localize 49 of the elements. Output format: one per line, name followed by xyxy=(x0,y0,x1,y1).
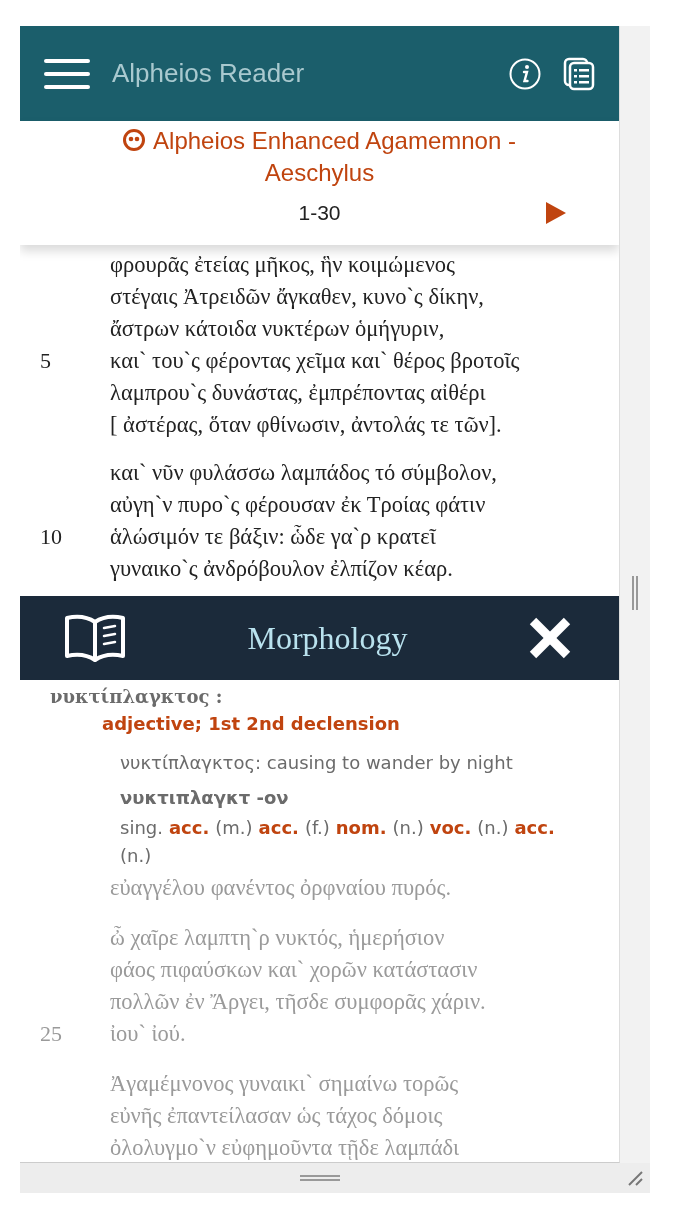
resize-grip-icon[interactable] xyxy=(627,1170,643,1186)
gender-label: (f.) xyxy=(304,816,330,840)
morphology-title: Morphology xyxy=(246,619,409,657)
verse-line: Ἀγαμέμνονος γυναικι` σημαίνω τορῶς xyxy=(110,1071,460,1097)
verse-line: εὐνῆς ἐπαντείλασαν ὡς τάχος δόμοις xyxy=(110,1103,444,1129)
stem: νυκτιπλαγκτ -ον xyxy=(120,787,290,808)
line-number: 5 xyxy=(39,348,52,374)
verse-line: στέγαις Ἀτρειδῶν ἄγκαθεν, κυνο`ς δίκην, xyxy=(110,284,485,310)
menu-icon[interactable] xyxy=(44,57,90,90)
line-number: 25 xyxy=(39,1021,63,1047)
verse-line: [ ἀστέρας, ὅταν φθίνωσιν, ἀντολάς τε τῶν]. xyxy=(110,412,503,438)
close-icon[interactable] xyxy=(529,617,571,659)
line-number: 10 xyxy=(39,524,63,550)
gender-label: (n.) xyxy=(120,844,152,868)
definition: νυκτίπλαγκτος: causing to wander by night xyxy=(120,752,514,773)
grammatical-number: sing. xyxy=(120,816,163,840)
verse-line: ὦ χαῖρε λαμπτη`ρ νυκτός, ἡμερήσιον xyxy=(110,925,446,951)
open-book-icon xyxy=(64,612,126,664)
app-title: Alpheios Reader xyxy=(112,58,306,89)
verse-line: φάος πιφαύσκων και` χορῶν κατάστασιν xyxy=(110,957,479,983)
lemma: νυκτίπλαγκτος : xyxy=(50,686,224,707)
verse-line: λαμπρου`ς δυνάστας, ἐμπρέποντας αἰθέρι xyxy=(110,380,487,406)
verse-line: φρουρᾶς ἐτείας μῆκος, ἣν κοιμώμενος xyxy=(110,252,456,278)
passage-range: 1-30 xyxy=(298,201,341,225)
verse-line: και` του`ς φέροντας χεῖμα και` θέρος βροτοῖς xyxy=(110,348,521,374)
verse-line: γυναικο`ς ἀνδρόβουλον ἐλπίζον κέαρ. xyxy=(110,556,454,582)
verse-line: πολλῶν ἐν Ἄργει, τῆσδε συμφορᾶς χάριν. xyxy=(110,989,487,1015)
verse-line: αὐγη`ν πυρο`ς φέρουσαν ἐκ Τροίας φάτιν xyxy=(110,492,487,518)
gender-label: (n.) xyxy=(477,816,509,840)
verse-line: ἰου` ἰού. xyxy=(110,1021,187,1047)
verse-line: ἁλώσιμόν τε βάξιν: ὧδε γα`ρ κρατεῖ xyxy=(110,524,437,550)
case-label: acc. xyxy=(168,816,210,840)
verse-line: και` νῦν φυλάσσω λαμπάδος τό σύμβολον, xyxy=(110,460,498,486)
table-of-contents-icon[interactable] xyxy=(563,56,595,91)
resize-handle[interactable] xyxy=(632,576,638,610)
next-passage-icon[interactable] xyxy=(545,201,567,225)
case-label: voc. xyxy=(429,816,472,840)
resize-handle[interactable] xyxy=(300,1175,340,1181)
info-icon[interactable] xyxy=(509,57,541,90)
gender-label: (n.) xyxy=(392,816,424,840)
case-label: acc. xyxy=(258,816,299,840)
verse-line: ἄστρων κάτοιδα νυκτέρων ὁμήγυριν, xyxy=(110,316,446,342)
case-label: acc. xyxy=(514,816,555,840)
verse-line: ὀλολυγμο`ν εὐφημοῦντα τῇδε λαμπάδι xyxy=(110,1135,461,1161)
verse-line: εὐαγγέλου φανέντος ὀρφναίου πυρός. xyxy=(110,875,453,901)
gender-label: (m.) xyxy=(215,816,253,840)
part-of-speech: adjective; 1st 2nd declension xyxy=(102,713,401,734)
text-title: Alpheios Enhanced Agamemnon - Aeschylus xyxy=(99,125,540,189)
case-label: nom. xyxy=(335,816,387,840)
